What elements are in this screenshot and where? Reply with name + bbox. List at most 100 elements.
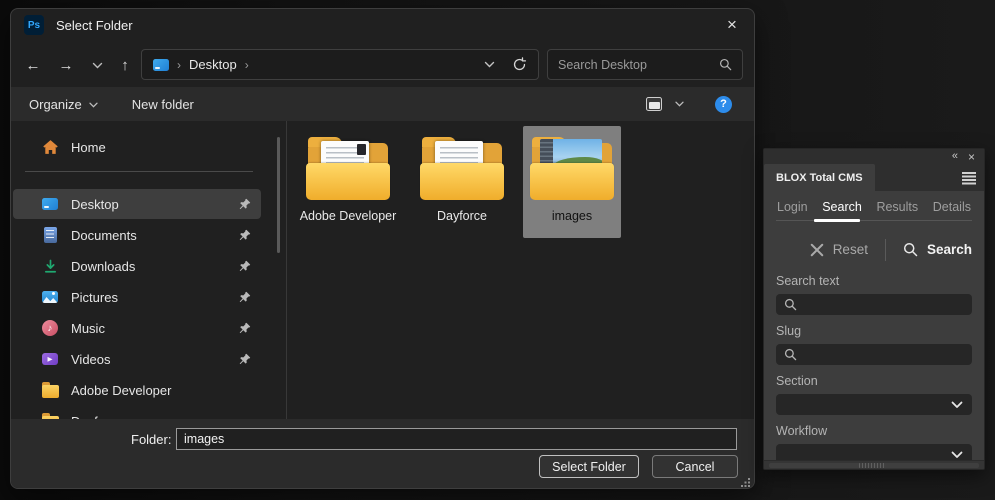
panel-subtabs: Login Search Results Details	[776, 200, 972, 214]
search-input[interactable]: Search Desktop	[547, 49, 743, 80]
window-close-button[interactable]: ×	[710, 9, 754, 41]
cms-search-button[interactable]: Search	[903, 242, 972, 257]
tab-login[interactable]: Login	[777, 200, 808, 214]
section-select[interactable]	[776, 394, 972, 415]
pin-icon	[239, 198, 251, 210]
address-bar[interactable]: › Desktop ›	[141, 49, 539, 80]
help-button[interactable]: ?	[715, 95, 732, 113]
slug-input[interactable]	[776, 344, 972, 365]
search-icon	[784, 348, 797, 361]
tab-details[interactable]: Details	[933, 200, 971, 214]
organize-button[interactable]: Organize	[29, 97, 98, 112]
sidebar-item-home[interactable]: Home	[13, 132, 261, 162]
chevron-down-icon	[951, 451, 963, 458]
search-text-label: Search text	[776, 274, 840, 288]
breadcrumb-desktop[interactable]: Desktop	[189, 57, 237, 72]
chevron-down-icon	[675, 101, 684, 107]
sidebar-item-label: Music	[71, 320, 105, 336]
videos-icon	[41, 352, 59, 366]
address-dropdown-button[interactable]	[484, 61, 495, 68]
forward-button[interactable]: →	[54, 53, 78, 77]
scrollbar-handle[interactable]	[859, 463, 885, 468]
organize-label: Organize	[29, 96, 82, 112]
back-button[interactable]: ←	[21, 53, 45, 77]
pin-icon	[239, 322, 251, 334]
pin-icon	[239, 260, 251, 272]
folder-name: images	[551, 209, 593, 223]
desktop-icon	[153, 58, 169, 71]
sidebar-item-dayforce[interactable]: Dayforce	[13, 406, 261, 419]
recent-locations-button[interactable]	[85, 53, 109, 77]
pin-icon	[239, 229, 251, 241]
back-arrow-icon: ←	[25, 56, 41, 74]
desktop-icon	[41, 198, 59, 210]
sidebar-item-label: Videos	[71, 351, 111, 367]
resize-grip[interactable]	[741, 478, 750, 487]
new-folder-label: New folder	[131, 96, 194, 112]
resize-grip-icon	[741, 478, 750, 487]
folder-icon	[41, 381, 59, 398]
folder-name-input[interactable]	[176, 428, 737, 450]
sidebar-scrollbar[interactable]	[277, 137, 280, 253]
close-icon: ×	[727, 15, 737, 34]
folder-field-label: Folder:	[131, 432, 172, 447]
folder-tile-adobe-developer[interactable]: Adobe Developer	[299, 126, 397, 238]
sidebar-item-desktop[interactable]: Desktop	[13, 189, 261, 219]
search-icon	[784, 298, 797, 311]
downloads-icon	[41, 259, 59, 274]
new-folder-button[interactable]: New folder	[132, 97, 194, 112]
refresh-button[interactable]	[512, 57, 527, 72]
panel-close-icon[interactable]: ×	[968, 151, 975, 163]
cancel-label: Cancel	[675, 459, 715, 474]
panel-bottom-scrollbar[interactable]	[764, 460, 984, 469]
chevron-down-icon	[484, 61, 495, 68]
cancel-button[interactable]: Cancel	[652, 455, 738, 478]
sidebar-item-videos[interactable]: Videos	[13, 344, 261, 374]
folder-tile-images[interactable]: images	[523, 126, 621, 238]
sidebar-item-downloads[interactable]: Downloads	[13, 251, 261, 281]
x-reset-icon	[810, 243, 823, 256]
search-icon	[719, 58, 732, 71]
forward-arrow-icon: →	[58, 56, 74, 74]
reset-label: Reset	[832, 242, 868, 257]
panel-tab-blox-total-cms[interactable]: BLOX Total CMS	[764, 164, 875, 191]
panel-tab-row: BLOX Total CMS	[764, 164, 984, 191]
pin-icon	[239, 291, 251, 303]
sidebar-item-documents[interactable]: Documents	[13, 220, 261, 250]
home-icon	[41, 139, 59, 155]
tab-results[interactable]: Results	[876, 200, 918, 214]
sidebar-item-adobe-developer[interactable]: Adobe Developer	[13, 375, 261, 405]
sidebar-item-label: Home	[71, 139, 106, 155]
collapse-panel-icon[interactable]: «	[952, 151, 958, 162]
sidebar-item-label: Documents	[71, 227, 137, 243]
documents-icon	[41, 227, 59, 243]
sidebar-item-label: Downloads	[71, 258, 136, 274]
panel-menu-button[interactable]	[962, 172, 976, 184]
folder-icon	[529, 136, 615, 200]
window-title: Select Folder	[56, 17, 133, 33]
select-folder-button[interactable]: Select Folder	[539, 455, 639, 478]
pin-icon	[239, 353, 251, 365]
search-text-input[interactable]	[776, 294, 972, 315]
select-folder-label: Select Folder	[552, 459, 626, 474]
navigation-bar: ← → ↑ › Desktop › Search Desktop	[11, 41, 754, 87]
section-label: Section	[776, 374, 818, 388]
view-mode-icon[interactable]	[646, 97, 662, 111]
active-tab-indicator	[814, 219, 860, 222]
sidebar-separator	[25, 171, 253, 172]
view-options-button[interactable]	[675, 101, 684, 107]
sidebar-item-music[interactable]: Music	[13, 313, 261, 343]
subtab-underline	[776, 219, 972, 222]
sidebar-item-pictures[interactable]: Pictures	[13, 282, 261, 312]
sidebar-divider	[286, 121, 287, 419]
slug-label: Slug	[776, 324, 802, 338]
panel-header: « ×	[764, 149, 984, 164]
up-button[interactable]: ↑	[113, 53, 137, 77]
folder-name: Dayforce	[436, 209, 488, 223]
sidebar-item-label: Pictures	[71, 289, 118, 305]
search-icon	[903, 242, 918, 257]
folder-tile-dayforce[interactable]: Dayforce	[413, 126, 511, 238]
reset-button[interactable]: Reset	[810, 242, 868, 257]
tab-search[interactable]: Search	[822, 200, 862, 214]
dialog-footer: Folder: Select Folder Cancel	[11, 419, 754, 488]
